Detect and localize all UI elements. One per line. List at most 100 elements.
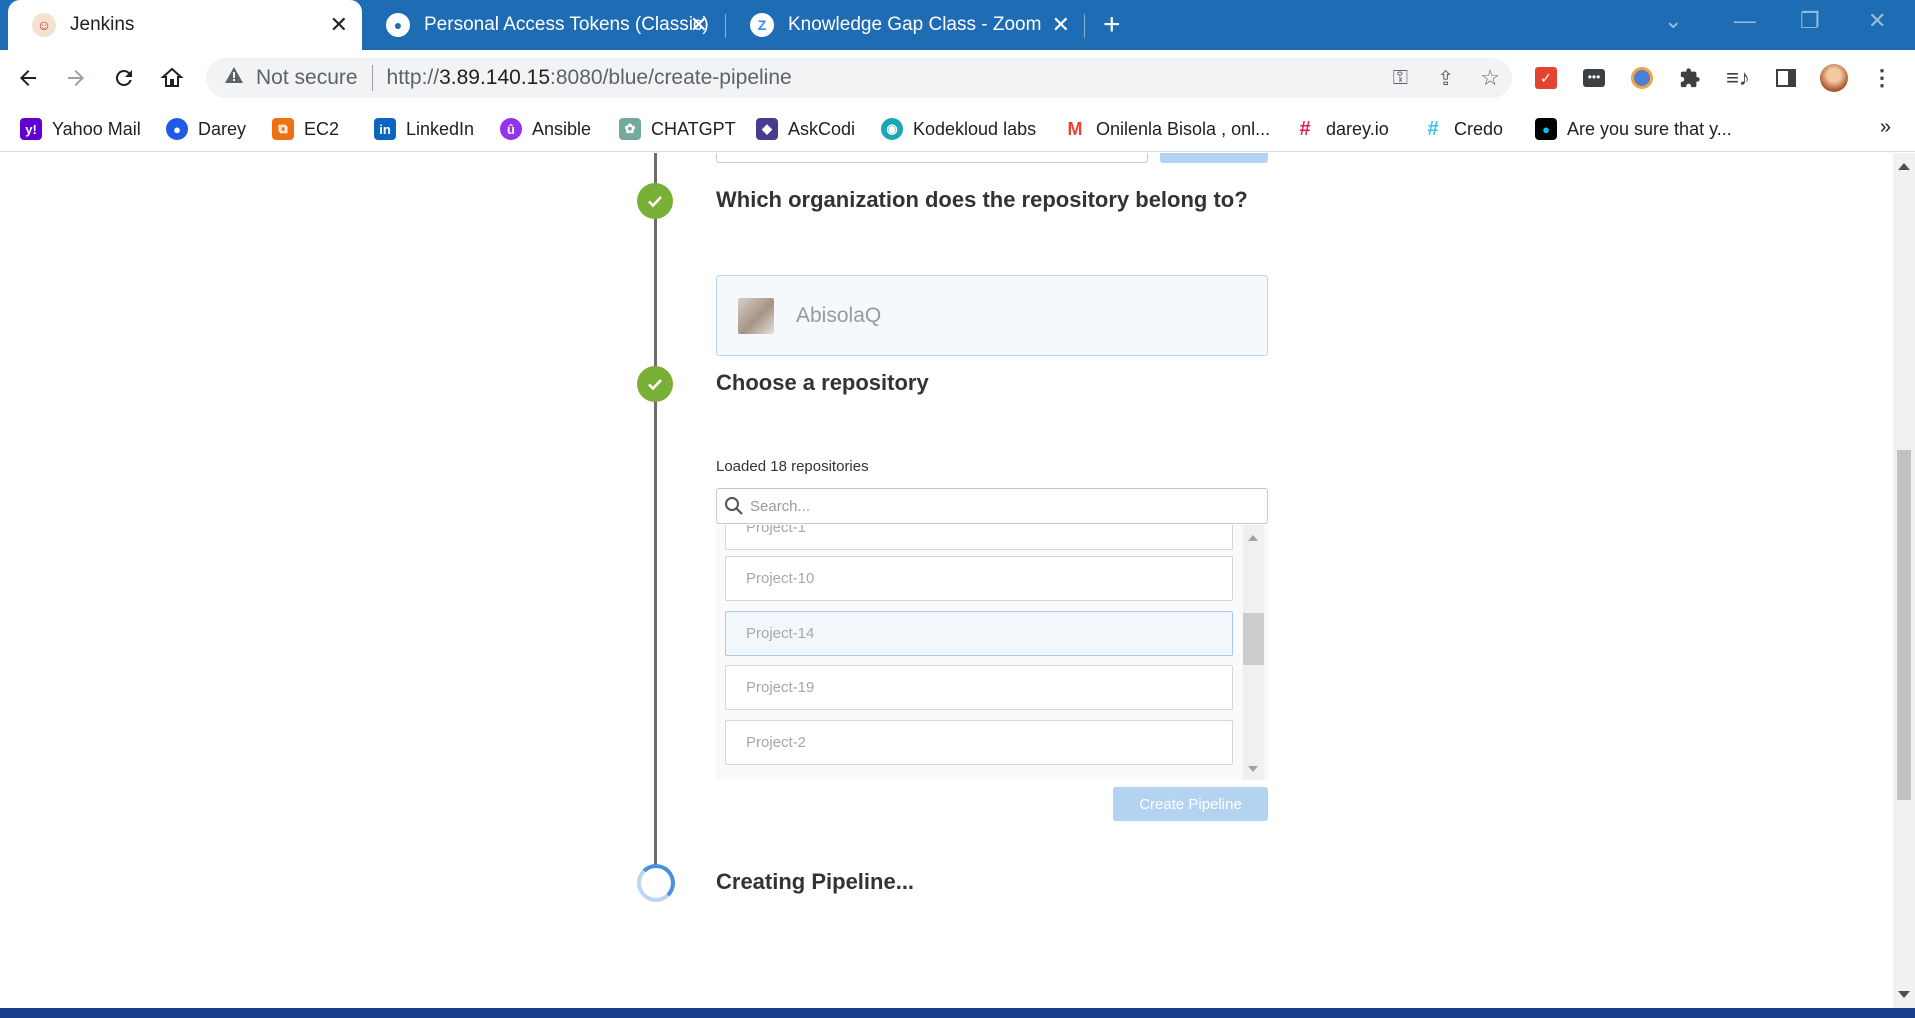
close-tab-icon[interactable]: ✕ [690, 14, 708, 36]
jenkins-icon: ☺ [32, 13, 56, 37]
bookmark-label: darey.io [1326, 118, 1389, 139]
bookmark-credo[interactable]: # Credo [1422, 116, 1503, 142]
bookmark-kodekloud[interactable]: ◉ Kodekloud labs [881, 116, 1036, 142]
slack-icon: # [1294, 118, 1316, 140]
bookmark-gmail[interactable]: M Onilenla Bisola , onl... [1064, 116, 1270, 142]
page-scrollbar[interactable] [1893, 153, 1915, 1008]
security-status[interactable]: Not secure [256, 66, 358, 90]
list-item[interactable]: Project-2 [725, 720, 1233, 765]
list-item[interactable]: Project-1 [725, 525, 1233, 550]
step-title-repository: Choose a repository [716, 370, 929, 395]
minimize-icon[interactable]: — [1734, 8, 1756, 34]
browser-toolbar: Not secure http://3.89.140.15:8080/blue/… [0, 50, 1915, 106]
bookmark-yahoo-mail[interactable]: y! Yahoo Mail [20, 116, 141, 142]
url-protocol: http:// [386, 66, 440, 89]
slack-icon: # [1422, 118, 1444, 140]
reload-icon[interactable] [108, 62, 140, 94]
tab-zoom[interactable]: Z Knowledge Gap Class - Zoom ✕ [726, 0, 1084, 50]
github-icon: ● [386, 13, 410, 37]
bookmark-darey-io[interactable]: # darey.io [1294, 116, 1389, 142]
previous-step-input[interactable] [716, 153, 1148, 163]
page-scrollbar-thumb[interactable] [1897, 450, 1911, 800]
extension-icon[interactable] [1626, 62, 1658, 94]
scroll-up-arrow-icon[interactable] [1248, 535, 1258, 541]
list-item[interactable]: Project-19 [725, 665, 1233, 710]
forward-icon[interactable] [60, 62, 92, 94]
step-connector-line [654, 153, 657, 873]
url-host: 3.89.140.15 [439, 66, 551, 89]
warning-icon[interactable] [224, 66, 244, 90]
repository-search[interactable] [716, 488, 1268, 524]
tab-github[interactable]: ● Personal Access Tokens (Classic) ✕ [362, 0, 722, 50]
more-bookmarks-icon[interactable]: » [1880, 116, 1891, 139]
bookmark-darey[interactable]: ● Darey [166, 116, 246, 142]
share-icon[interactable]: ⇪ [1437, 66, 1454, 91]
bookmark-ec2[interactable]: ⧉ EC2 [272, 116, 339, 142]
repository-list: Project-1 Project-10 Project-14 Project-… [716, 525, 1268, 780]
restore-icon[interactable]: ❐ [1800, 8, 1820, 34]
scroll-down-arrow-icon[interactable] [1898, 991, 1910, 998]
tab-search-chevron-icon[interactable]: ⌄ [1664, 8, 1682, 34]
organization-card[interactable]: AbisolaQ [716, 275, 1268, 356]
step-complete-check-icon [637, 183, 673, 219]
tab-title: Personal Access Tokens (Classic) [424, 14, 709, 35]
list-item-selected[interactable]: Project-14 [725, 611, 1233, 656]
bookmarks-bar: y! Yahoo Mail ● Darey ⧉ EC2 in LinkedIn û Ans… [0, 106, 1915, 152]
bookmark-label: CHATGPT [651, 118, 736, 139]
organization-name: AbisolaQ [796, 303, 882, 327]
scroll-up-arrow-icon[interactable] [1898, 163, 1910, 170]
search-input[interactable] [750, 497, 1250, 515]
bookmark-label: EC2 [304, 118, 340, 139]
key-icon[interactable]: ⚿ [1393, 67, 1408, 90]
address-bar[interactable]: Not secure http://3.89.140.15:8080/blue/… [206, 58, 1512, 98]
bookmark-label: Are you sure that y... [1567, 118, 1732, 139]
tab-strip: ☺ Jenkins ✕ ● Personal Access Tokens (Cl… [0, 0, 1915, 50]
close-window-icon[interactable]: ✕ [1868, 8, 1886, 34]
search-icon [724, 496, 744, 516]
bookmark-ansible[interactable]: û Ansible [500, 116, 591, 142]
tab-divider [1084, 14, 1085, 38]
scrollbar-thumb[interactable] [1243, 613, 1264, 665]
bookmark-label: Darey [198, 118, 247, 139]
linkedin-icon: in [374, 118, 396, 140]
password-manager-icon[interactable]: ••• [1578, 62, 1610, 94]
create-pipeline-button[interactable]: Create Pipeline [1113, 787, 1268, 821]
yahoo-icon: y! [20, 118, 42, 140]
media-control-icon[interactable]: ≡♪ [1722, 62, 1754, 94]
back-icon[interactable] [12, 62, 44, 94]
dot-icon: ● [1535, 118, 1557, 140]
step-title-organization: Which organization does the repository b… [716, 187, 1248, 212]
menu-kebab-icon[interactable]: ⋮ [1866, 62, 1898, 94]
profile-avatar[interactable] [1818, 62, 1850, 94]
star-icon[interactable]: ☆ [1480, 65, 1500, 91]
os-taskbar [0, 1008, 1915, 1018]
new-tab-icon[interactable]: + [1103, 8, 1121, 42]
home-icon[interactable] [156, 62, 188, 94]
close-tab-icon[interactable]: ✕ [1052, 14, 1070, 36]
chatgpt-icon: ✿ [619, 118, 641, 140]
darey-icon: ● [166, 118, 188, 140]
bookmark-label: Onilenla Bisola , onl... [1096, 118, 1271, 139]
side-panel-icon[interactable] [1770, 62, 1802, 94]
tab-title: Jenkins [70, 14, 135, 35]
address-divider [371, 65, 373, 91]
close-tab-icon[interactable]: ✕ [330, 14, 348, 36]
scroll-down-arrow-icon[interactable] [1248, 766, 1258, 772]
bookmark-label: Kodekloud labs [913, 118, 1037, 139]
tab-jenkins[interactable]: ☺ Jenkins ✕ [8, 0, 362, 50]
previous-step-button[interactable] [1160, 153, 1268, 163]
list-item[interactable]: Project-10 [725, 556, 1233, 601]
organization-avatar [738, 297, 774, 334]
bookmark-linkedin[interactable]: in LinkedIn [374, 116, 474, 142]
gmail-icon: M [1064, 118, 1086, 140]
bookmark-askcodi[interactable]: ◆ AskCodi [756, 116, 855, 142]
repository-list-scrollbar[interactable] [1243, 525, 1264, 780]
extensions-puzzle-icon[interactable] [1674, 62, 1706, 94]
step-title-creating: Creating Pipeline... [716, 869, 915, 894]
bookmark-label: Credo [1454, 118, 1504, 139]
todoist-icon[interactable]: ✓ [1530, 62, 1562, 94]
bookmark-chatgpt[interactable]: ✿ CHATGPT [619, 116, 736, 142]
bookmark-label: AskCodi [788, 118, 856, 139]
ansible-icon: û [500, 118, 522, 140]
bookmark-are-you-sure[interactable]: ● Are you sure that y... [1535, 116, 1732, 142]
